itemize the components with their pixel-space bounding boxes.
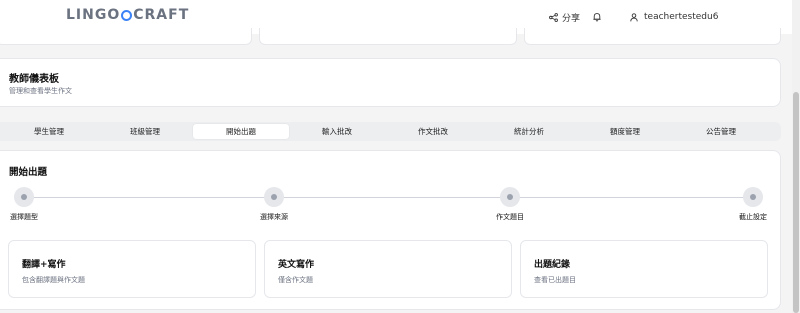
page-title: 教師儀表板 <box>9 74 59 85</box>
lingocraft-logo[interactable]: LINGO CRAFT <box>66 7 189 23</box>
username: teachertestedu6 <box>644 12 719 22</box>
stepper-line <box>24 197 754 198</box>
tab-bar: 學生管理 班級管理 開始出題 輸入批改 作文批改 統計分析 額度管理 公告管理 <box>0 122 781 141</box>
option-description: 包含翻譯題與作文題 <box>22 276 85 284</box>
step-label: 選擇來源 <box>260 213 288 221</box>
option-translation-writing[interactable]: 翻譯+寫作 包含翻譯題與作文題 <box>8 240 256 298</box>
bell-icon <box>593 13 601 22</box>
option-title: 翻譯+寫作 <box>22 260 66 270</box>
tab-announcement-management[interactable]: 公告管理 <box>673 124 769 139</box>
step-dot <box>264 187 284 207</box>
step-label: 截止設定 <box>739 213 767 221</box>
option-description: 僅含作文題 <box>278 276 313 284</box>
page-subtitle: 管理和查看學生作文 <box>9 87 72 95</box>
dashboard-title-card: 教師儀表板 管理和查看學生作文 <box>0 58 781 107</box>
logo-text-right: CRAFT <box>133 7 190 23</box>
option-english-writing[interactable]: 英文寫作 僅含作文題 <box>264 240 512 298</box>
step-dot <box>14 187 34 207</box>
option-description: 查看已出題目 <box>534 276 576 284</box>
tab-start-assignment[interactable]: 開始出題 <box>193 124 289 139</box>
logo-text-left: LINGO <box>66 7 121 23</box>
option-title: 出題紀錄 <box>534 260 571 270</box>
section-title: 開始出題 <box>9 167 48 178</box>
option-title: 英文寫作 <box>278 260 315 270</box>
step-deadline-settings: 截止設定 <box>713 187 793 222</box>
logo-o-ring-icon <box>121 9 133 21</box>
share-label: 分享 <box>562 13 581 24</box>
tab-statistics[interactable]: 統計分析 <box>481 124 577 139</box>
step-essay-topic: 作文題目 <box>470 187 550 222</box>
scrollbar-thumb[interactable] <box>793 92 799 313</box>
vertical-scrollbar[interactable] <box>792 0 800 313</box>
stat-card-partial <box>524 28 781 45</box>
step-select-source: 選擇來源 <box>234 187 314 222</box>
step-select-type: 選擇題型 <box>0 187 64 222</box>
tab-student-management[interactable]: 學生管理 <box>1 124 97 139</box>
stat-card-partial <box>0 28 252 45</box>
step-dot <box>500 187 520 207</box>
option-assignment-history[interactable]: 出題紀錄 查看已出題目 <box>520 240 768 298</box>
step-label: 作文題目 <box>496 213 524 221</box>
share-icon <box>549 12 558 22</box>
user-icon <box>630 12 638 21</box>
step-dot <box>743 187 763 207</box>
start-assignment-panel: 開始出題 選擇題型 選擇來源 作文題目 截止設定 翻譯+寫作 包含翻譯題與作文題… <box>0 150 781 310</box>
tab-input-grading[interactable]: 輸入批改 <box>289 124 385 139</box>
stat-card-partial <box>259 28 517 45</box>
tab-essay-grading[interactable]: 作文批改 <box>385 124 481 139</box>
step-label: 選擇題型 <box>10 213 38 221</box>
tab-class-management[interactable]: 班級管理 <box>97 124 193 139</box>
tab-quota-management[interactable]: 額度管理 <box>577 124 673 139</box>
